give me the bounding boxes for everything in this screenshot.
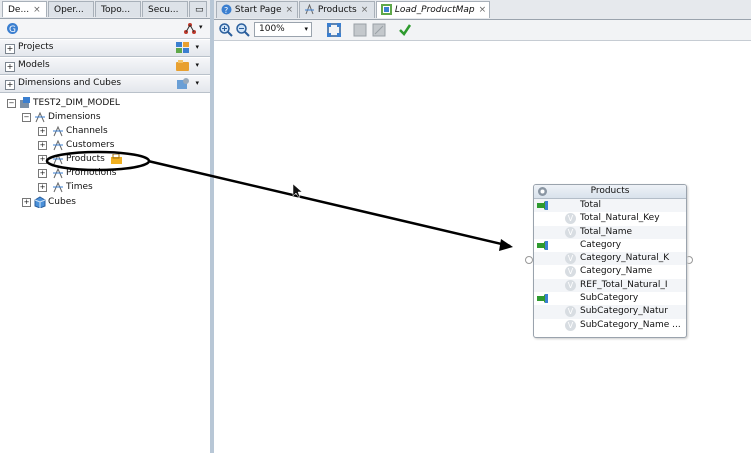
arrow-head-icon <box>499 239 513 251</box>
row-label: Total_Name <box>580 226 633 237</box>
attribute-icon: V <box>565 279 576 291</box>
row-label: Category_Name <box>580 266 653 277</box>
level-icon <box>537 201 548 210</box>
attribute-row[interactable]: V Category_Name <box>534 265 686 278</box>
node-header[interactable]: Products <box>534 185 686 199</box>
annotation-arrow <box>147 159 511 248</box>
attribute-icon: V <box>565 253 576 265</box>
row-label: SubCategory_Name ... <box>580 319 681 330</box>
attribute-list: Total V Total_Natural_Key V Total_Name Catego… <box>534 199 686 332</box>
row-label: Category <box>580 239 622 250</box>
highlight-oval <box>45 150 151 172</box>
products-dimension-node[interactable]: Products Total V Total_Natural_Key V Total_N… <box>533 184 687 338</box>
attribute-icon: V <box>565 266 576 278</box>
attribute-icon: V <box>565 226 576 238</box>
row-label: Total <box>580 200 602 210</box>
row-label: SubCategory_Natur <box>580 306 668 317</box>
row-label: Total_Natural_Key <box>580 213 660 224</box>
level-row[interactable]: SubCategory <box>534 292 686 305</box>
node-title: Products <box>590 186 630 196</box>
attribute-row[interactable]: V Total_Name <box>534 225 686 239</box>
attribute-icon: V <box>565 319 576 331</box>
level-icon <box>537 294 548 304</box>
row-label: Category_Natural_K <box>580 253 670 264</box>
row-label: REF_Total_Natural_I <box>580 279 668 290</box>
attribute-row[interactable]: V REF_Total_Natural_I <box>534 278 686 293</box>
left-connector[interactable] <box>525 256 533 264</box>
attribute-row[interactable]: V Total_Natural_Key <box>534 212 686 225</box>
attribute-icon: V <box>565 213 576 225</box>
level-icon <box>537 240 548 250</box>
dimension-icon <box>538 187 547 196</box>
attribute-icon: V <box>565 306 576 318</box>
level-row[interactable]: Total <box>534 199 686 213</box>
attribute-row[interactable]: V SubCategory_Natur <box>534 305 686 319</box>
level-row[interactable]: Category <box>534 239 686 252</box>
row-label: SubCategory <box>580 293 639 304</box>
attribute-row[interactable]: V Category_Natural_K <box>534 252 686 266</box>
attribute-row[interactable]: V SubCategory_Name ... <box>534 319 686 332</box>
